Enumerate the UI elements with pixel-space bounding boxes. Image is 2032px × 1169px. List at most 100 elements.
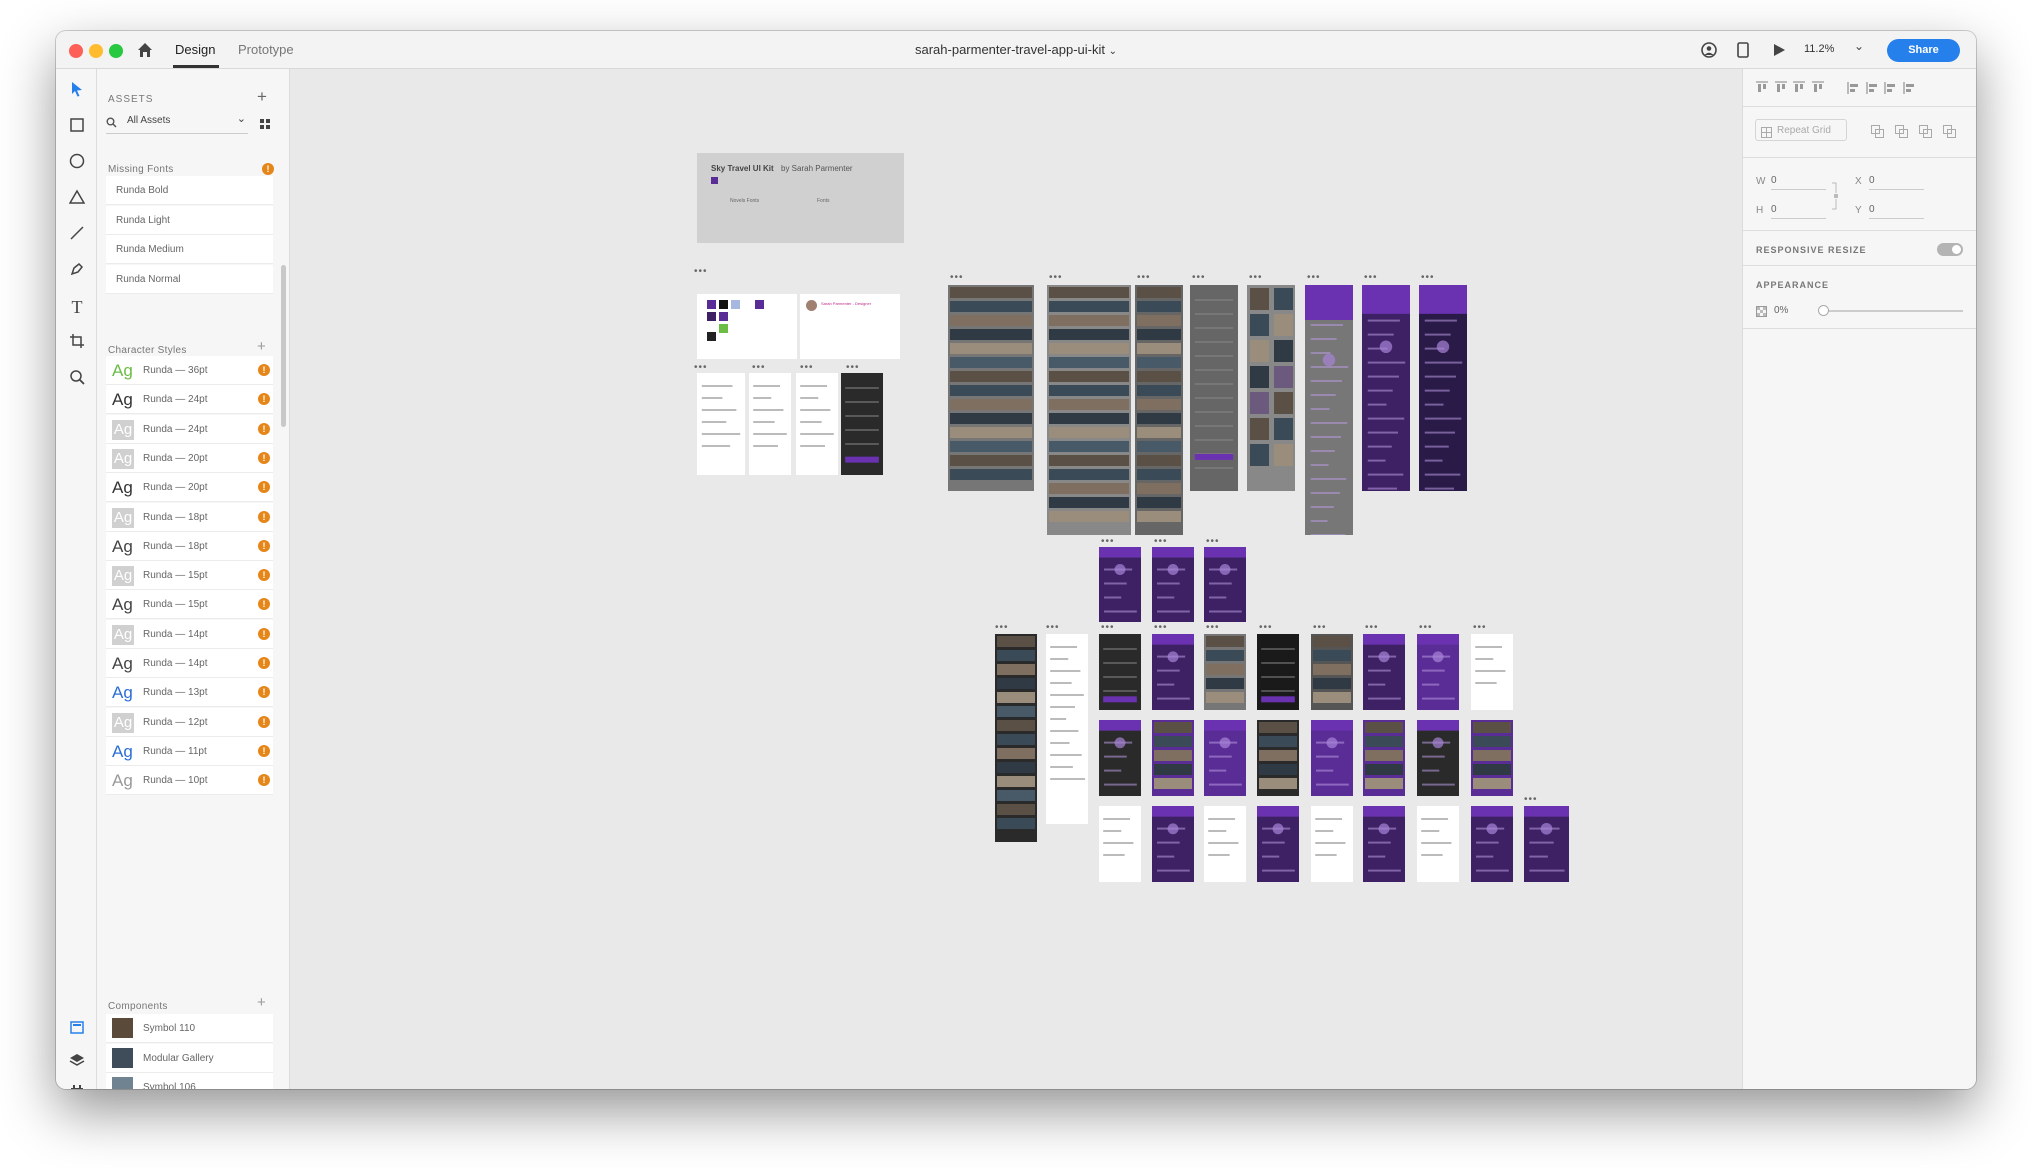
character-style-item[interactable]: Ag Runda — 10pt! xyxy=(106,766,273,796)
zoom-tool-icon[interactable] xyxy=(67,369,87,389)
polygon-tool-icon[interactable] xyxy=(67,189,87,209)
user-icon[interactable] xyxy=(1701,42,1717,63)
x-field[interactable]: 0 xyxy=(1869,175,1924,190)
character-style-item[interactable]: Ag Runda — 15pt! xyxy=(106,590,273,620)
icons-artboard[interactable] xyxy=(749,373,791,475)
boolean-intersect-icon[interactable] xyxy=(1919,125,1932,138)
artboard-menu-icon[interactable]: ••• xyxy=(1307,273,1321,283)
screen-artboard[interactable] xyxy=(1099,720,1141,796)
missing-font-item[interactable]: Runda Light xyxy=(106,205,273,235)
artboard-menu-icon[interactable]: ••• xyxy=(1137,273,1151,283)
missing-font-item[interactable]: Runda Bold xyxy=(106,176,273,205)
select-tool-icon[interactable] xyxy=(67,81,87,101)
align-top-icon[interactable] xyxy=(1755,81,1769,95)
share-button[interactable]: Share xyxy=(1887,39,1960,62)
screen-artboard[interactable] xyxy=(1417,720,1459,796)
artboard-menu-icon[interactable]: ••• xyxy=(1154,537,1168,547)
lock-aspect-icon[interactable] xyxy=(1831,181,1839,216)
artboard-menu-icon[interactable]: ••• xyxy=(846,363,860,373)
add-component-icon[interactable]: + xyxy=(257,994,266,1011)
artboard-menu-icon[interactable]: ••• xyxy=(1524,795,1538,805)
artboard-menu-icon[interactable]: ••• xyxy=(1313,623,1327,633)
component-item[interactable]: Modular Gallery xyxy=(106,1043,273,1073)
screen-artboard[interactable] xyxy=(1362,285,1410,491)
screen-artboard[interactable] xyxy=(1311,720,1353,796)
screen-artboard[interactable] xyxy=(1135,285,1183,535)
artboard-menu-icon[interactable]: ••• xyxy=(1419,623,1433,633)
artboard-menu-icon[interactable]: ••• xyxy=(1049,273,1063,283)
character-style-item[interactable]: Ag Runda — 18pt! xyxy=(106,502,273,532)
style-guide-artboard[interactable] xyxy=(697,373,745,475)
artboard-menu-icon[interactable]: ••• xyxy=(1473,623,1487,633)
zoom-chevron-down-icon[interactable]: ⌄ xyxy=(1854,39,1864,53)
screen-artboard[interactable] xyxy=(1311,634,1353,710)
screen-artboard[interactable] xyxy=(1311,806,1353,882)
dark-guide-artboard[interactable] xyxy=(841,373,883,475)
artboard-menu-icon[interactable]: ••• xyxy=(1154,623,1168,633)
screen-artboard[interactable] xyxy=(1204,806,1246,882)
character-style-item[interactable]: Ag Runda — 36pt! xyxy=(106,356,273,385)
missing-font-item[interactable]: Runda Normal xyxy=(106,264,273,294)
screen-artboard[interactable] xyxy=(1363,634,1405,710)
long-scroll-artboard[interactable] xyxy=(995,634,1037,842)
character-style-item[interactable]: Ag Runda — 24pt! xyxy=(106,414,273,444)
assets-filter-dropdown[interactable]: All Assets ⌄ xyxy=(106,112,248,134)
artboard-menu-icon[interactable]: ••• xyxy=(694,267,708,277)
ellipse-tool-icon[interactable] xyxy=(67,153,87,173)
typography-artboard[interactable] xyxy=(796,373,838,475)
screen-artboard[interactable] xyxy=(1363,720,1405,796)
screen-artboard[interactable] xyxy=(1471,634,1513,710)
designer-card-artboard[interactable]: Sarah Parmenter - Designer xyxy=(800,294,900,359)
artboard-menu-icon[interactable]: ••• xyxy=(1101,623,1115,633)
character-style-item[interactable]: Ag Runda — 18pt! xyxy=(106,531,273,561)
assets-panel-icon[interactable] xyxy=(67,1019,87,1039)
screen-artboard[interactable] xyxy=(1471,806,1513,882)
artboard-menu-icon[interactable]: ••• xyxy=(694,363,708,373)
screen-artboard[interactable] xyxy=(1047,285,1131,535)
responsive-resize-toggle[interactable] xyxy=(1937,243,1963,256)
component-item[interactable]: Symbol 106 xyxy=(106,1073,273,1089)
width-field[interactable]: 0 xyxy=(1771,175,1826,190)
rectangle-tool-icon[interactable] xyxy=(67,117,87,137)
align-center-icon[interactable] xyxy=(1865,81,1880,95)
screen-artboard[interactable] xyxy=(1419,285,1467,491)
distribute-vertical-icon[interactable] xyxy=(1811,81,1825,95)
screen-artboard[interactable] xyxy=(1257,806,1299,882)
artboard-tool-icon[interactable] xyxy=(67,333,87,353)
character-style-item[interactable]: Ag Runda — 14pt! xyxy=(106,619,273,649)
layers-panel-icon[interactable] xyxy=(67,1052,87,1072)
artboard-menu-icon[interactable]: ••• xyxy=(1259,623,1273,633)
opacity-value[interactable]: 0% xyxy=(1774,305,1788,316)
screen-artboard[interactable] xyxy=(1152,720,1194,796)
assets-scrollbar[interactable] xyxy=(281,265,286,427)
artboard-menu-icon[interactable]: ••• xyxy=(1249,273,1263,283)
document-title[interactable]: sarah-parmenter-travel-app-ui-kit ⌄ xyxy=(56,42,1976,57)
artboard-menu-icon[interactable]: ••• xyxy=(1192,273,1206,283)
artboard-menu-icon[interactable]: ••• xyxy=(800,363,814,373)
screen-artboard[interactable] xyxy=(1247,285,1295,491)
character-style-item[interactable]: Ag Runda — 24pt! xyxy=(106,385,273,415)
artboard-menu-icon[interactable]: ••• xyxy=(1365,623,1379,633)
artboard-menu-icon[interactable]: ••• xyxy=(1206,623,1220,633)
distribute-horizontal-icon[interactable] xyxy=(1902,81,1917,95)
screen-artboard[interactable] xyxy=(1471,720,1513,796)
feed-artboard[interactable] xyxy=(1046,634,1088,824)
grid-view-icon[interactable] xyxy=(260,116,270,134)
component-item[interactable]: Symbol 110 xyxy=(106,1014,273,1043)
canvas[interactable]: Sky Travel UI Kit by Sarah Parmenter Novel… xyxy=(290,69,1742,1089)
onboarding-artboard[interactable] xyxy=(1152,547,1194,622)
plugins-panel-icon[interactable] xyxy=(67,1083,87,1089)
character-style-item[interactable]: Ag Runda — 11pt! xyxy=(106,736,273,766)
screen-artboard[interactable] xyxy=(1305,285,1353,535)
screen-artboard[interactable] xyxy=(1257,634,1299,710)
repeat-grid-button[interactable]: Repeat Grid xyxy=(1755,119,1847,141)
height-field[interactable]: 0 xyxy=(1771,204,1826,219)
pen-tool-icon[interactable] xyxy=(67,261,87,281)
boolean-exclude-icon[interactable] xyxy=(1943,125,1956,138)
character-style-item[interactable]: Ag Runda — 14pt! xyxy=(106,649,273,678)
opacity-slider[interactable] xyxy=(1818,305,1963,316)
screen-artboard[interactable] xyxy=(1204,720,1246,796)
artboard-menu-icon[interactable]: ••• xyxy=(995,623,1009,633)
onboarding-artboard[interactable] xyxy=(1204,547,1246,622)
screen-artboard[interactable] xyxy=(948,285,1034,491)
